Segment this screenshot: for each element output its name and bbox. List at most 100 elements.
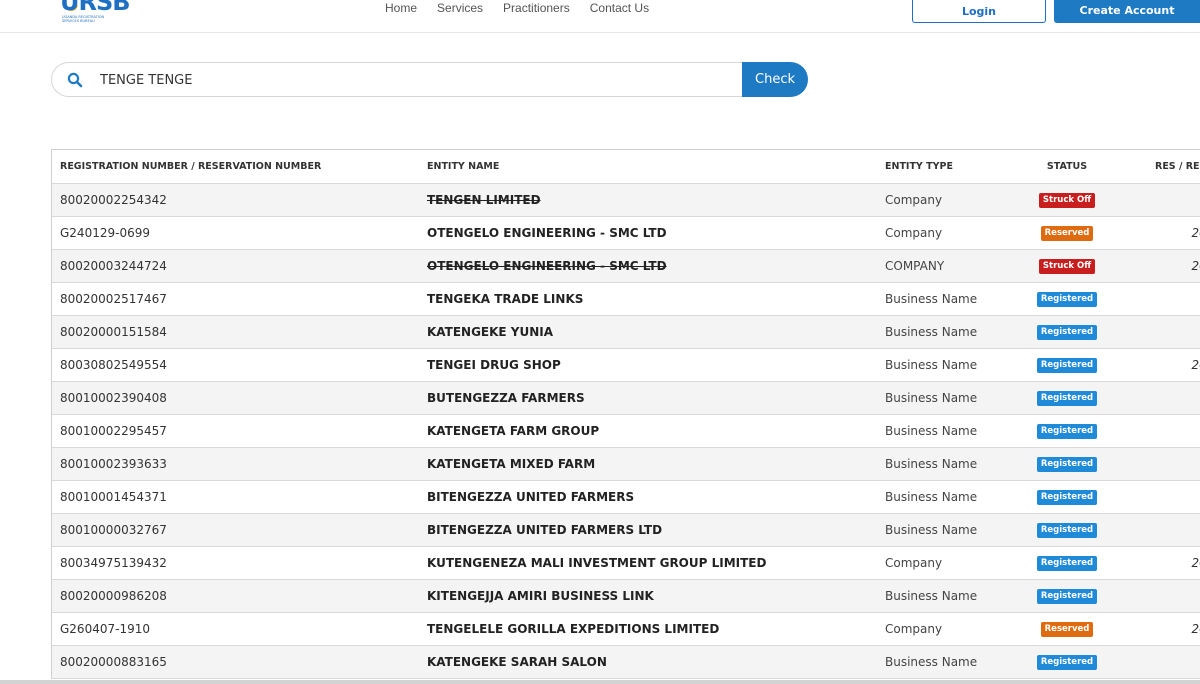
res-reg-date xyxy=(1132,481,1200,513)
entity-type: Business Name xyxy=(885,391,978,405)
horizontal-scrollbar[interactable] xyxy=(0,680,1200,684)
entity-name: KATENGEKE SARAH SALON xyxy=(427,655,607,669)
column-header-entity-name[interactable]: ENTITY NAME xyxy=(427,150,867,184)
logo-subtitle: UGANDA REGISTRATION SERVICES BUREAU xyxy=(62,15,105,23)
status-cell: Registered xyxy=(1027,415,1107,447)
entity-name: TENGEKA TRADE LINKS xyxy=(427,292,584,306)
create-account-button[interactable]: Create Account xyxy=(1054,0,1200,23)
table-row[interactable]: G260407-1910 TENGELELE GORILLA EXPEDITION… xyxy=(52,613,1200,646)
table-row[interactable]: 80010002390408 BUTENGEZZA FARMERS Business… xyxy=(52,382,1200,415)
status-badge: Reserved xyxy=(1040,622,1094,637)
search-input[interactable] xyxy=(100,70,700,90)
table-row[interactable]: 80020002517467 TENGEKA TRADE LINKS Busines… xyxy=(52,283,1200,316)
nav-services[interactable]: Services xyxy=(437,1,483,15)
registration-number: 80020002517467 xyxy=(60,292,167,306)
res-reg-date xyxy=(1132,448,1200,480)
column-header-reg-number[interactable]: REGISTRATION NUMBER / RESERVATION NUMBER xyxy=(60,150,410,184)
res-reg-date xyxy=(1132,184,1200,216)
status-badge: Registered xyxy=(1036,358,1098,373)
entity-type: Business Name xyxy=(885,589,978,603)
entity-type: Business Name xyxy=(885,292,978,306)
table-row[interactable]: 80010001454371 BITENGEZZA UNITED FARMERS B… xyxy=(52,481,1200,514)
status-cell: Registered xyxy=(1027,580,1107,612)
res-reg-date: 2026 xyxy=(1191,556,1200,570)
status-badge: Registered xyxy=(1036,490,1098,505)
status-cell: Registered xyxy=(1027,481,1107,513)
registration-number: G260407-1910 xyxy=(60,622,150,636)
entity-name: KITENGEJJA AMIRI BUSINESS LINK xyxy=(427,589,654,603)
ursb-logo[interactable]: URSB UGANDA REGISTRATION SERVICES BUREAU xyxy=(60,0,140,30)
res-reg-date xyxy=(1132,283,1200,315)
registration-number: 80010002390408 xyxy=(60,391,167,405)
res-reg-date: 2026 xyxy=(1191,622,1200,636)
registration-number: 80034975139432 xyxy=(60,556,167,570)
table-row[interactable]: 80030802549554 TENGEI DRUG SHOP Business N… xyxy=(52,349,1200,382)
entity-name: BITENGEZZA UNITED FARMERS xyxy=(427,490,635,504)
status-cell: Struck Off xyxy=(1027,184,1107,216)
status-cell: Registered xyxy=(1027,316,1107,348)
column-header-res-reg[interactable]: RES / REG xyxy=(1155,150,1200,184)
entity-name: TENGELELE GORILLA EXPEDITIONS LIMITED xyxy=(427,622,720,636)
entity-type: Business Name xyxy=(885,523,978,537)
table-row[interactable]: 80010002393633 KATENGETA MIXED FARM Busine… xyxy=(52,448,1200,481)
table-row[interactable]: 80020000883165 KATENGEKE SARAH SALON Busin… xyxy=(52,646,1200,679)
status-badge: Struck Off xyxy=(1038,259,1096,274)
table-row[interactable]: 80020000986208 KITENGEJJA AMIRI BUSINESS … xyxy=(52,580,1200,613)
table-row[interactable]: 80020002254342 TENGEN LIMITED Company Struc… xyxy=(52,184,1200,217)
column-header-entity-type[interactable]: ENTITY TYPE xyxy=(885,150,1015,184)
registration-number: G240129-0699 xyxy=(60,226,150,240)
status-badge: Registered xyxy=(1036,655,1098,670)
table-row[interactable]: 80020003244724 OTENGELO ENGINEERING - SMC… xyxy=(52,250,1200,283)
status-badge: Reserved xyxy=(1040,226,1094,241)
status-badge: Registered xyxy=(1036,556,1098,571)
entity-type: Business Name xyxy=(885,325,978,339)
search-icon xyxy=(67,72,83,88)
res-reg-date xyxy=(1132,514,1200,546)
table-row[interactable]: 80020000151584 KATENGEKE YUNIA Business Na… xyxy=(52,316,1200,349)
nav-home[interactable]: Home xyxy=(385,1,417,15)
table-row[interactable]: 80010000032767 BITENGEZZA UNITED FARMERS … xyxy=(52,514,1200,547)
res-reg-date xyxy=(1132,316,1200,348)
entity-type: Company xyxy=(885,622,943,636)
status-badge: Registered xyxy=(1036,523,1098,538)
status-cell: Struck Off xyxy=(1027,250,1107,282)
login-button[interactable]: Login xyxy=(912,0,1046,23)
table-row[interactable]: 80034975139432 KUTENGENEZA MALI INVESTMEN… xyxy=(52,547,1200,580)
status-badge: Registered xyxy=(1036,292,1098,307)
entity-name: KATENGEKE YUNIA xyxy=(427,325,554,339)
table-header: REGISTRATION NUMBER / RESERVATION NUMBER… xyxy=(52,150,1200,184)
status-badge: Registered xyxy=(1036,391,1098,406)
status-cell: Registered xyxy=(1027,514,1107,546)
main-nav: Home Services Practitioners Contact Us xyxy=(385,1,649,15)
entity-type: COMPANY xyxy=(885,259,945,273)
nav-practitioners[interactable]: Practitioners xyxy=(503,1,570,15)
res-reg-date: 2023 xyxy=(1191,358,1200,372)
status-badge: Struck Off xyxy=(1038,193,1096,208)
entity-type: Business Name xyxy=(885,358,978,372)
column-header-status[interactable]: STATUS xyxy=(1027,150,1107,184)
entity-name: TENGEI DRUG SHOP xyxy=(427,358,561,372)
entity-name: KATENGETA FARM GROUP xyxy=(427,424,600,438)
entity-name: BITENGEZZA UNITED FARMERS LTD xyxy=(427,523,663,537)
status-cell: Registered xyxy=(1027,547,1107,579)
entity-type: Company xyxy=(885,193,943,207)
check-button[interactable]: Check xyxy=(742,62,808,97)
entity-type: Business Name xyxy=(885,655,978,669)
entity-type: Business Name xyxy=(885,490,978,504)
nav-contact-us[interactable]: Contact Us xyxy=(590,1,649,15)
status-cell: Registered xyxy=(1027,646,1107,678)
status-cell: Registered xyxy=(1027,382,1107,414)
search-bar xyxy=(51,62,743,97)
table-row[interactable]: 80010002295457 KATENGETA FARM GROUP Busine… xyxy=(52,415,1200,448)
table-row[interactable]: G240129-0699 OTENGELO ENGINEERING - SMC L… xyxy=(52,217,1200,250)
registration-number: 80020002254342 xyxy=(60,193,167,207)
registration-number: 80020000883165 xyxy=(60,655,167,669)
registration-number: 80020000986208 xyxy=(60,589,167,603)
res-reg-date xyxy=(1132,382,1200,414)
res-reg-date: 2021 xyxy=(1191,226,1200,240)
status-badge: Registered xyxy=(1036,457,1098,472)
logo-text: URSB xyxy=(60,0,131,16)
status-cell: Reserved xyxy=(1027,217,1107,249)
res-reg-date xyxy=(1132,646,1200,678)
status-badge: Registered xyxy=(1036,325,1098,340)
